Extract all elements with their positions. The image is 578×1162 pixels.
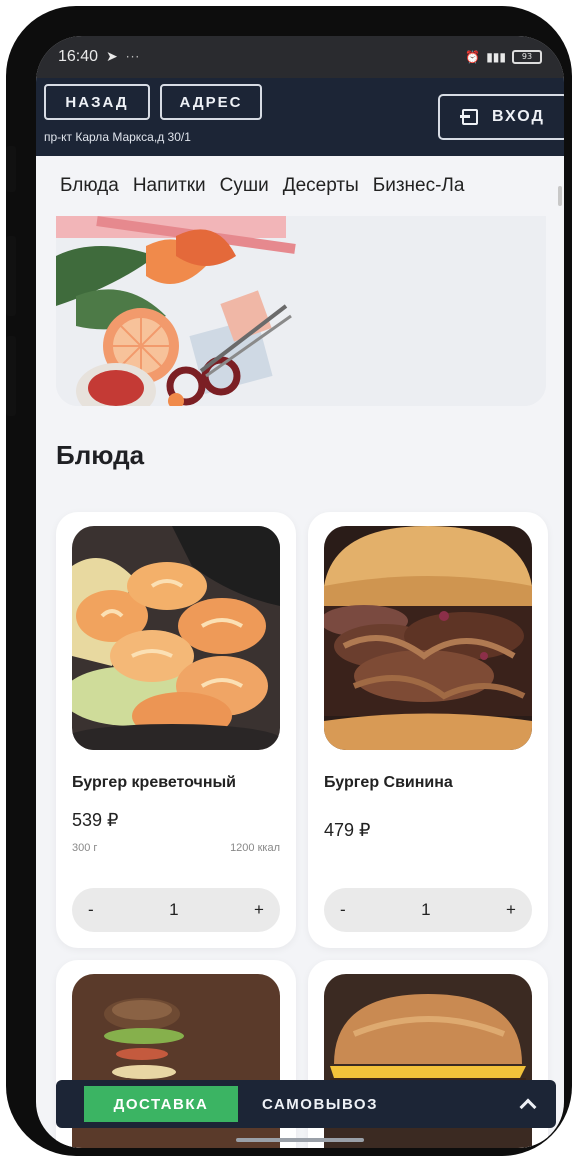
product-price: 539 ₽ [72,810,119,830]
phone-frame: 16:40 ➤ ··· ⏰ ▮▮▮ 93 НАЗАД АДРЕС пр-кт К… [6,6,572,1156]
delivery-mode-bar: ДОСТАВКА САМОВЫВОЗ [56,1080,556,1128]
banner-image [56,216,546,406]
battery-level: 93 [521,52,533,61]
phone-button [6,336,16,416]
increase-button[interactable]: + [254,900,264,920]
app-header: НАЗАД АДРЕС пр-кт Карла Маркса,д 30/1 ВХ… [36,78,564,156]
product-card[interactable]: Бургер креветочный 539 ₽ 300 г 1200 ккал… [56,512,296,948]
product-price: 479 ₽ [324,820,371,840]
section-title: Блюда [56,440,145,470]
category-tab[interactable]: Бизнес-Ла [373,175,465,197]
battery-icon: 93 [512,50,542,64]
product-image[interactable] [324,526,532,750]
login-icon [460,109,478,125]
quantity-value: 1 [169,900,179,919]
status-time: 16:40 [58,48,99,65]
pickup-tab[interactable]: САМОВЫВОЗ [262,1096,378,1113]
decrease-button[interactable]: - [88,900,94,920]
alarm-icon: ⏰ [465,50,481,64]
signal-icon: ▮▮▮ [486,50,506,64]
product-card[interactable]: Бургер Свинина 479 ₽ - 1 + [308,512,548,948]
quantity-stepper: - 1 + [72,888,280,932]
chevron-up-icon[interactable] [519,1098,537,1116]
category-tab[interactable]: Напитки [133,175,206,197]
category-tab[interactable]: Десерты [283,175,359,197]
status-bar: 16:40 ➤ ··· ⏰ ▮▮▮ 93 [36,36,564,78]
quantity-value: 1 [421,900,431,919]
login-label: ВХОД [492,108,545,125]
shrimp-burger-image [72,526,280,750]
home-indicator [236,1138,364,1142]
product-weight: 300 г [72,842,98,854]
paper-plane-icon: ➤ [106,49,118,65]
back-button[interactable]: НАЗАД [44,84,150,120]
status-icons: ⏰ ▮▮▮ 93 [465,50,542,64]
category-tabs: Блюда Напитки Суши Десерты Бизнес-Ла [36,156,564,216]
product-name: Бургер Свинина [324,774,453,791]
address-text: пр-кт Карла Маркса,д 30/1 [44,130,191,144]
quantity-stepper: - 1 + [324,888,532,932]
product-kcal: 1200 ккал [230,842,280,854]
pork-burger-image [324,526,532,750]
increase-button[interactable]: + [506,900,516,920]
delivery-tab[interactable]: ДОСТАВКА [84,1086,238,1122]
login-button[interactable]: ВХОД [438,94,564,140]
promo-banner[interactable] [56,216,546,406]
address-button[interactable]: АДРЕС [160,84,262,120]
decrease-button[interactable]: - [340,900,346,920]
category-tab[interactable]: Суши [220,175,269,197]
product-name: Бургер креветочный [72,774,236,791]
phone-button [6,236,16,316]
product-image[interactable] [72,526,280,750]
category-tab[interactable]: Блюда [60,175,119,197]
status-dots: ··· [125,50,141,64]
scroll-indicator [558,186,562,206]
app-screen: 16:40 ➤ ··· ⏰ ▮▮▮ 93 НАЗАД АДРЕС пр-кт К… [36,36,564,1148]
phone-button [6,146,16,192]
